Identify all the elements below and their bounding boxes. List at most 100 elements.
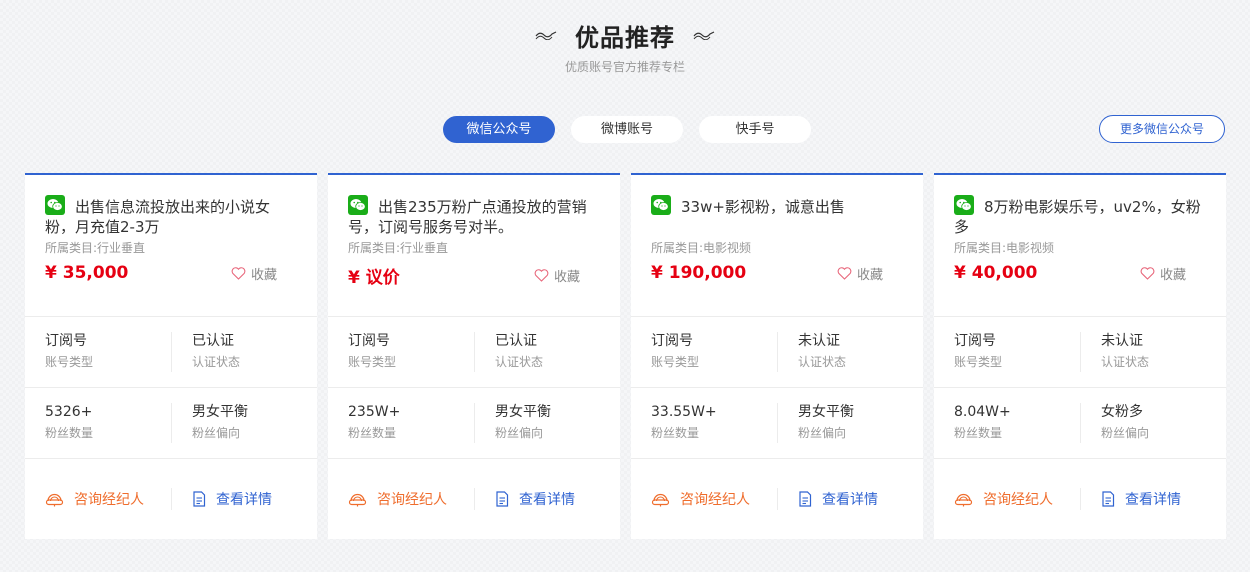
- wechat-icon: [348, 195, 368, 215]
- fans-count-label: 粉丝数量: [45, 426, 94, 440]
- consult-agent-label: 咨询经纪人: [680, 492, 750, 508]
- action-row: 咨询经纪人 查看详情: [631, 459, 923, 539]
- price-row: ¥ 190,000 收藏: [651, 263, 903, 283]
- fans-gender-value: 男女平衡: [798, 404, 854, 420]
- account-type-label: 账号类型: [651, 355, 700, 369]
- auth-status-cell: 未认证 认证状态: [777, 332, 923, 372]
- section-title: 优品推荐: [575, 23, 675, 52]
- auth-status-value: 未认证: [1101, 333, 1143, 349]
- consult-agent-button[interactable]: 咨询经纪人: [25, 488, 171, 510]
- favorite-label: 收藏: [1159, 267, 1186, 283]
- auth-status-label: 认证状态: [1101, 355, 1150, 369]
- fans-count-value: 33.55W+: [651, 404, 717, 420]
- heart-outline-icon: [837, 266, 852, 280]
- account-type-value: 订阅号: [348, 333, 390, 349]
- auth-status-cell: 已认证 认证状态: [474, 332, 620, 372]
- card-title-text: 出售235万粉广点通投放的营销号，订阅号服务号对半。: [348, 198, 587, 235]
- favorite-label: 收藏: [250, 267, 277, 283]
- card-title[interactable]: 出售235万粉广点通投放的营销号，订阅号服务号对半。: [348, 195, 600, 235]
- auth-status-cell: 已认证 认证状态: [171, 332, 317, 372]
- account-type-label: 账号类型: [348, 355, 397, 369]
- action-row: 咨询经纪人 查看详情: [25, 459, 317, 539]
- fans-gender-cell: 男女平衡 粉丝偏向: [171, 403, 317, 443]
- auth-status-label: 认证状态: [798, 355, 847, 369]
- favorite-button[interactable]: 收藏: [1140, 264, 1186, 283]
- consult-agent-button[interactable]: 咨询经纪人: [328, 488, 474, 510]
- fans-count-value: 8.04W+: [954, 404, 1011, 420]
- card-title[interactable]: 出售信息流投放出来的小说女粉，月充值2-3万: [45, 195, 297, 235]
- fans-gender-cell: 女粉多 粉丝偏向: [1080, 403, 1226, 443]
- card-header: 出售235万粉广点通投放的营销号，订阅号服务号对半。 所属类目:行业垂直 ¥ 议…: [328, 175, 620, 317]
- document-icon: [496, 491, 509, 507]
- account-type-cell: 订阅号 账号类型: [934, 332, 1080, 372]
- account-type-label: 账号类型: [45, 355, 94, 369]
- card-header: 出售信息流投放出来的小说女粉，月充值2-3万 所属类目:行业垂直 ¥ 35,00…: [25, 175, 317, 317]
- account-type-cell: 订阅号 账号类型: [631, 332, 777, 372]
- fans-count-cell: 8.04W+ 粉丝数量: [934, 403, 1080, 443]
- favorite-label: 收藏: [856, 267, 883, 283]
- tab-weibo[interactable]: 微博账号: [571, 116, 683, 143]
- view-detail-button[interactable]: 查看详情: [1080, 488, 1226, 510]
- section-subtitle: 优质账号官方推荐专栏: [564, 60, 685, 74]
- document-icon: [1102, 491, 1115, 507]
- wechat-icon: [651, 195, 671, 215]
- account-type-label: 账号类型: [954, 355, 1003, 369]
- wechat-icon: [45, 195, 65, 215]
- card-header: 8万粉电影娱乐号，uv2%，女粉多 所属类目:电影视频 ¥ 40,000 收藏: [934, 175, 1226, 317]
- fans-count-value: 5326+: [45, 404, 93, 420]
- card-category: 所属类目:电影视频: [954, 241, 1055, 255]
- action-row: 咨询经纪人 查看详情: [328, 459, 620, 539]
- agent-icon: [348, 493, 367, 506]
- account-type-value: 订阅号: [651, 333, 693, 349]
- view-detail-label: 查看详情: [519, 492, 575, 508]
- favorite-button[interactable]: 收藏: [837, 264, 883, 283]
- view-detail-label: 查看详情: [216, 492, 272, 508]
- action-row: 咨询经纪人 查看详情: [934, 459, 1226, 539]
- info-row-type: 订阅号 账号类型 已认证 认证状态: [328, 317, 620, 388]
- heart-outline-icon: [1140, 266, 1155, 280]
- fans-gender-label: 粉丝偏向: [192, 426, 241, 440]
- info-row-fans: 33.55W+ 粉丝数量 男女平衡 粉丝偏向: [631, 388, 923, 459]
- card-price: ¥ 190,000: [651, 263, 747, 283]
- favorite-button[interactable]: 收藏: [231, 264, 277, 283]
- account-type-cell: 订阅号 账号类型: [328, 332, 474, 372]
- document-icon: [193, 491, 206, 507]
- card-price: ¥ 40,000: [954, 263, 1038, 283]
- card-title[interactable]: 8万粉电影娱乐号，uv2%，女粉多: [954, 195, 1206, 235]
- favorite-button[interactable]: 收藏: [534, 266, 580, 285]
- heart-outline-icon: [534, 269, 549, 282]
- fans-gender-cell: 男女平衡 粉丝偏向: [777, 403, 923, 443]
- fans-gender-value: 男女平衡: [495, 404, 551, 420]
- agent-icon: [45, 493, 64, 506]
- favorite-label: 收藏: [553, 270, 580, 285]
- tab-wechat[interactable]: 微信公众号: [443, 116, 555, 143]
- wechat-icon: [954, 195, 974, 215]
- info-row-type: 订阅号 账号类型 未认证 认证状态: [934, 317, 1226, 388]
- view-detail-button[interactable]: 查看详情: [474, 488, 620, 510]
- fans-gender-label: 粉丝偏向: [1101, 426, 1150, 440]
- view-detail-button[interactable]: 查看详情: [777, 488, 923, 510]
- auth-status-label: 认证状态: [495, 355, 544, 369]
- price-row: ¥ 议价 收藏: [348, 263, 600, 288]
- more-wechat-button[interactable]: 更多微信公众号: [1099, 115, 1225, 143]
- fans-gender-value: 男女平衡: [192, 404, 248, 420]
- auth-status-label: 认证状态: [192, 355, 241, 369]
- card-price: ¥ 35,000: [45, 263, 129, 283]
- wave-right-icon: [693, 31, 715, 40]
- consult-agent-button[interactable]: 咨询经纪人: [631, 488, 777, 510]
- fans-count-value: 235W+: [348, 404, 401, 420]
- card-title[interactable]: 33w+影视粉，诚意出售: [651, 195, 903, 235]
- fans-gender-value: 女粉多: [1101, 404, 1143, 420]
- fans-count-label: 粉丝数量: [954, 426, 1003, 440]
- account-card: 33w+影视粉，诚意出售 所属类目:电影视频 ¥ 190,000 收藏 订阅号 …: [631, 173, 923, 539]
- info-row-fans: 5326+ 粉丝数量 男女平衡 粉丝偏向: [25, 388, 317, 459]
- consult-agent-label: 咨询经纪人: [983, 492, 1053, 508]
- document-icon: [799, 491, 812, 507]
- account-card: 出售235万粉广点通投放的营销号，订阅号服务号对半。 所属类目:行业垂直 ¥ 议…: [328, 173, 620, 539]
- view-detail-button[interactable]: 查看详情: [171, 488, 317, 510]
- consult-agent-button[interactable]: 咨询经纪人: [934, 488, 1080, 510]
- section-header: 优品推荐 优质账号官方推荐专栏: [0, 18, 1250, 75]
- tab-kuaishou[interactable]: 快手号: [699, 116, 811, 143]
- account-type-cell: 订阅号 账号类型: [25, 332, 171, 372]
- auth-status-cell: 未认证 认证状态: [1080, 332, 1226, 372]
